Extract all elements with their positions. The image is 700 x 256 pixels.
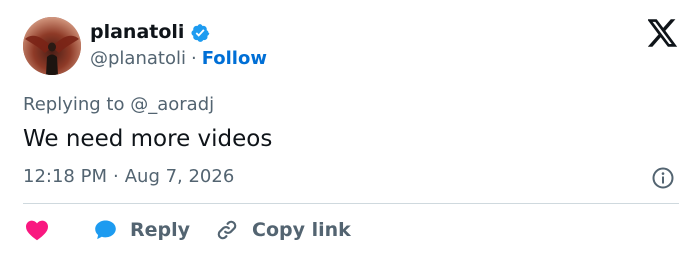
x-logo-icon[interactable] [648, 19, 678, 47]
tweet-time: 12:18 PM [23, 166, 107, 187]
avatar[interactable] [23, 17, 81, 75]
separator-dot: · [112, 166, 119, 187]
separator-dot: · [190, 48, 197, 69]
reply-bubble-icon [95, 220, 116, 240]
reply-label: Reply [130, 219, 191, 241]
tweet-text: We need more videos [23, 126, 273, 152]
info-icon[interactable] [651, 166, 675, 190]
display-name[interactable]: planatoli [90, 20, 184, 44]
heart-icon [26, 220, 48, 241]
avatar-image [23, 17, 81, 75]
replying-to-mention[interactable]: @_aoradj [130, 94, 214, 115]
divider [23, 203, 679, 204]
tweet-date: Aug 7, 2026 [124, 166, 235, 187]
reply-button[interactable]: Reply [93, 216, 190, 244]
follow-button[interactable]: Follow [202, 48, 267, 69]
like-button[interactable] [25, 216, 49, 244]
handle-row: @planatoli · Follow [90, 47, 267, 71]
user-handle[interactable]: @planatoli [90, 48, 186, 69]
copy-link-button[interactable]: Copy link [215, 216, 351, 244]
replying-to-line: Replying to @_aoradj [23, 93, 214, 117]
replying-prefix: Replying to [23, 94, 125, 115]
link-icon [217, 220, 237, 240]
verified-badge-icon [191, 24, 210, 42]
tweet-embed-card: planatoli @planatoli · Follow Replying to … [0, 0, 700, 256]
copy-link-label: Copy link [252, 219, 351, 241]
tweet-timestamp[interactable]: 12:18 PM · Aug 7, 2026 [23, 165, 234, 189]
